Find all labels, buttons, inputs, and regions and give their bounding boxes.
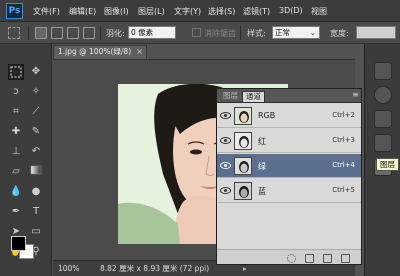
menu-view[interactable]: 视图 [311, 6, 327, 17]
style-value: 正常 [275, 28, 290, 37]
adjustments-panel-icon[interactable] [374, 110, 392, 128]
channel-row-rgb[interactable]: RGB Ctrl+2 [217, 104, 361, 128]
eraser-icon[interactable]: ▱ [8, 164, 24, 180]
intersect-selection-icon[interactable] [83, 27, 95, 39]
panel-footer [217, 249, 361, 264]
channel-shortcut: Ctrl+2 [332, 111, 355, 119]
photoshop-window: Ps 文件(F) 编辑(E) 图像(I) 图层(L) 文字(Y) 选择(S) 滤… [0, 0, 400, 276]
channel-shortcut: Ctrl+5 [332, 186, 355, 194]
channel-name: RGB [258, 111, 276, 120]
magic-wand-icon[interactable]: ✧ [28, 84, 44, 100]
document-tab[interactable]: 1.jpg @ 100%(绿/8) × [53, 45, 147, 59]
style-select[interactable]: 正常 ⌄ [272, 26, 320, 39]
channel-thumbnail [234, 132, 252, 150]
options-separator [240, 26, 241, 40]
marquee-preset-icon[interactable] [8, 27, 20, 39]
channel-thumbnail [234, 157, 252, 175]
channel-shortcut: Ctrl+3 [332, 136, 355, 144]
channel-name: 蓝 [258, 187, 266, 196]
rectangular-marquee-icon[interactable] [8, 64, 24, 80]
clone-stamp-icon[interactable]: ⊥ [8, 144, 24, 160]
menu-select[interactable]: 选择(S) [208, 6, 235, 17]
subtract-selection-icon[interactable] [67, 27, 79, 39]
ps-logo: Ps [6, 3, 23, 19]
width-input[interactable] [356, 26, 396, 39]
history-brush-icon[interactable]: ↶ [28, 144, 44, 160]
save-selection-icon[interactable] [305, 254, 314, 263]
channels-panel: 图层 通道 ≡ RGB Ctrl+2 红 Ctrl+3 绿 Ctrl+4 蓝 C [216, 88, 362, 265]
new-channel-icon[interactable] [323, 254, 332, 263]
visibility-eye-icon[interactable] [220, 136, 231, 145]
brush-icon[interactable]: ✎ [28, 124, 44, 140]
menu-image[interactable]: 图像(I) [104, 6, 129, 17]
width-label: 宽度: [330, 29, 349, 38]
tab-channels[interactable]: 通道 [242, 91, 265, 102]
eyedropper-icon[interactable]: ⟋ [28, 104, 44, 120]
dodge-icon[interactable]: ● [28, 184, 44, 200]
chevron-down-icon: ⌄ [309, 28, 316, 37]
menu-3d[interactable]: 3D(D) [279, 6, 303, 15]
menu-edit[interactable]: 编辑(E) [69, 6, 96, 17]
feather-input[interactable]: 0 像素 [128, 26, 176, 39]
healing-brush-icon[interactable]: ✚ [8, 124, 24, 140]
crop-icon[interactable]: ⌗ [8, 104, 24, 120]
channel-row-red[interactable]: 红 Ctrl+3 [217, 129, 361, 153]
tools-panel: ✥ ↄ ✧ ⌗ ⟋ ✚ ✎ ⊥ ↶ ▱ 💧 ● ✒ T ➤ ▭ ✋ ⚲ [0, 44, 52, 276]
channel-thumbnail [234, 107, 252, 125]
menu-filter[interactable]: 滤镜(T) [243, 6, 270, 17]
channel-row-green[interactable]: 绿 Ctrl+4 [217, 154, 361, 178]
new-selection-icon[interactable] [35, 27, 47, 39]
menu-file[interactable]: 文件(F) [33, 6, 60, 17]
antialias-checkbox[interactable] [192, 28, 201, 37]
type-icon[interactable]: T [28, 204, 44, 220]
panel-header: 图层 通道 ≡ [217, 89, 361, 103]
menu-layer[interactable]: 图层(L) [138, 6, 165, 17]
tooltip: 图层 [376, 158, 399, 171]
panel-menu-icon[interactable]: ≡ [352, 90, 359, 99]
antialias-label: 消除锯齿 [204, 29, 236, 38]
pen-icon[interactable]: ✒ [8, 204, 24, 220]
menu-bar: Ps 文件(F) 编辑(E) 图像(I) 图层(L) 文字(Y) 选择(S) 滤… [0, 0, 400, 22]
tab-layers[interactable]: 图层 [220, 91, 241, 102]
visibility-eye-icon[interactable] [220, 111, 231, 120]
panel-expand-icon[interactable] [374, 62, 392, 80]
channel-thumbnail [234, 182, 252, 200]
foreground-color-swatch[interactable] [11, 236, 26, 251]
history-panel-icon[interactable] [374, 134, 392, 152]
move-icon[interactable]: ✥ [28, 64, 44, 80]
visibility-eye-icon[interactable] [220, 161, 231, 170]
delete-channel-icon[interactable] [341, 254, 350, 263]
channel-name: 红 [258, 137, 266, 146]
menu-type[interactable]: 文字(Y) [174, 6, 201, 17]
close-icon[interactable]: × [136, 46, 143, 58]
feather-label: 羽化: [106, 29, 125, 38]
lasso-icon[interactable]: ↄ [8, 84, 24, 100]
channel-name: 绿 [258, 162, 266, 171]
load-selection-icon[interactable] [287, 254, 296, 263]
style-label: 样式: [247, 29, 266, 38]
gradient-icon[interactable] [28, 164, 44, 180]
color-panel-icon[interactable] [374, 86, 392, 104]
channel-shortcut: Ctrl+4 [332, 161, 355, 169]
options-bar: 羽化: 0 像素 消除锯齿 样式: 正常 ⌄ 宽度: [0, 22, 400, 44]
visibility-eye-icon[interactable] [220, 186, 231, 195]
add-selection-icon[interactable] [51, 27, 63, 39]
zoom-level[interactable]: 100% [58, 262, 79, 276]
document-size-info: 8.82 厘米 x 8.93 厘米 (72 ppi) [100, 264, 210, 273]
options-separator [100, 26, 101, 40]
options-separator [28, 26, 29, 40]
channel-row-blue[interactable]: 蓝 Ctrl+5 [217, 179, 361, 203]
blur-icon[interactable]: 💧 [8, 184, 24, 200]
document-title: 1.jpg @ 100%(绿/8) [58, 47, 132, 56]
shape-icon[interactable]: ▭ [28, 224, 44, 240]
